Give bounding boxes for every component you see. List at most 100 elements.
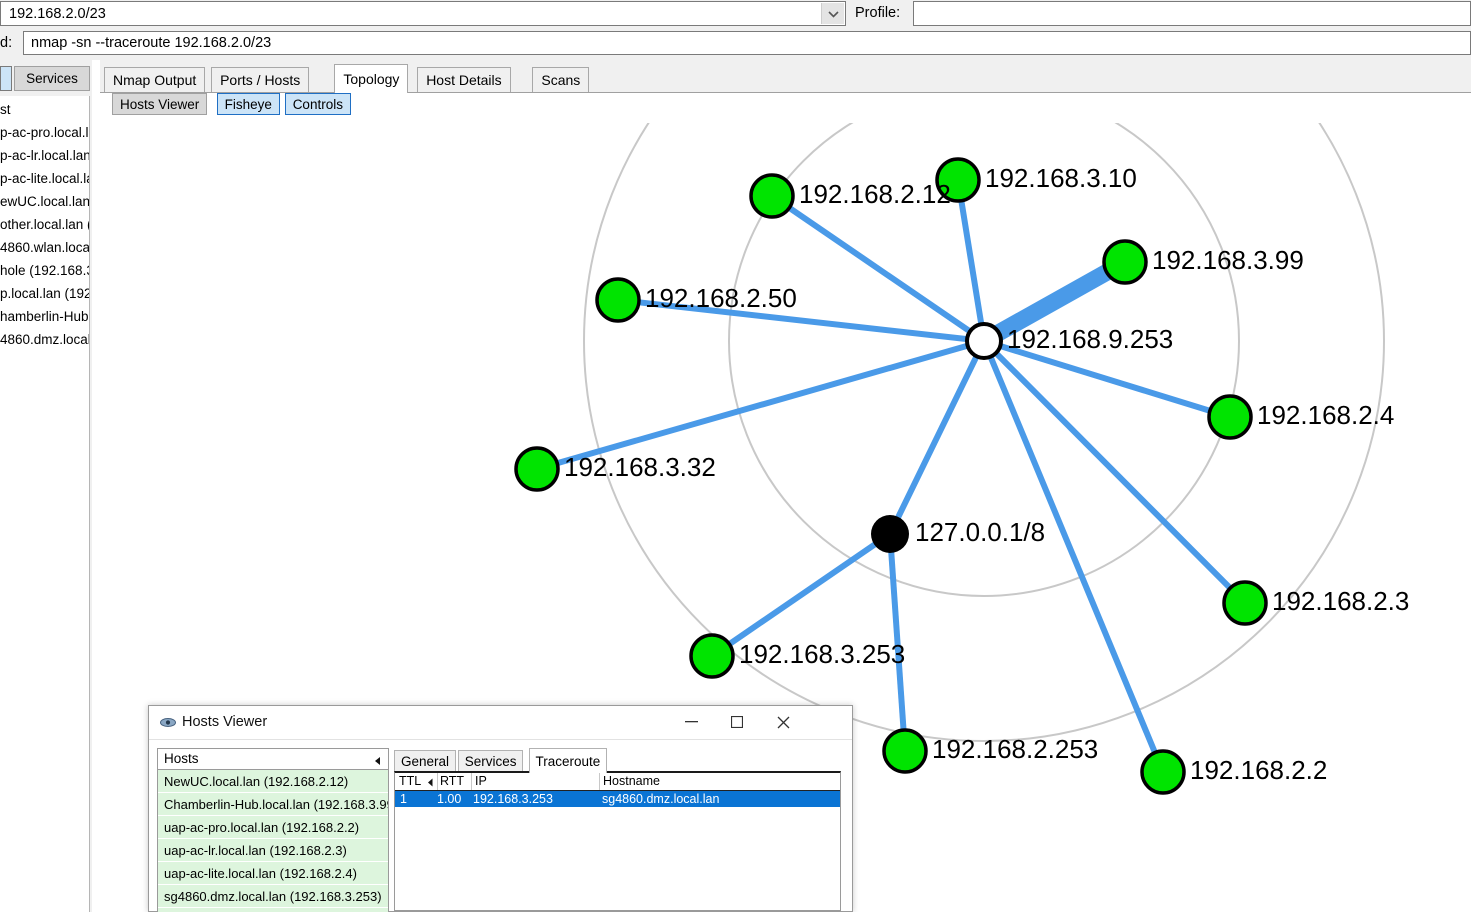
- detail-tab-traceroute[interactable]: Traceroute: [528, 748, 608, 773]
- cell-ttl: 1: [400, 792, 407, 806]
- host-list-item[interactable]: sg4860.dmz.local.lan (192.168.3.253): [158, 885, 388, 908]
- detail-tab-label: General: [401, 754, 450, 769]
- target-value: 192.168.2.0/23: [9, 6, 106, 22]
- topology-node[interactable]: [689, 633, 735, 679]
- button-label: Controls: [292, 96, 343, 112]
- hosts-viewer-title: Hosts Viewer: [182, 714, 268, 730]
- topology-edge: [955, 179, 987, 342]
- button-label: Hosts Viewer: [120, 96, 200, 112]
- list-item[interactable]: hamberlin-Hub.lc: [0, 305, 89, 328]
- list-item[interactable]: other.local.lan (19: [0, 213, 89, 236]
- node-label: 192.168.3.253: [739, 639, 906, 669]
- traceroute-header-row: TTL RTT IP Hostname: [395, 773, 840, 791]
- list-item[interactable]: p.local.lan (192.1: [0, 282, 89, 305]
- topology-node[interactable]: [965, 322, 1003, 360]
- host-service-list[interactable]: st p-ac-pro.local.la p-ac-lr.local.lan (p-…: [0, 96, 90, 912]
- tab-scans[interactable]: Scans: [532, 67, 590, 92]
- minimize-button[interactable]: [668, 706, 714, 738]
- hosts-viewer-body: Hosts NewUC.local.lan (192.168.2.12) Cham…: [149, 739, 852, 912]
- hosts-viewer-dialog: Hosts Viewer Hosts NewUC.local.lan (192.…: [148, 705, 853, 912]
- node-label: 192.168.3.10: [985, 163, 1137, 193]
- hosts-list-panel: Hosts NewUC.local.lan (192.168.2.12) Cham…: [157, 748, 389, 912]
- left-panel: Services st p-ac-pro.local.la p-ac-lr.loca…: [0, 60, 92, 912]
- topology-node[interactable]: [871, 515, 909, 553]
- command-value: nmap -sn --traceroute 192.168.2.0/23: [31, 35, 272, 51]
- tab-label: Topology: [343, 71, 400, 87]
- topology-node[interactable]: [1222, 580, 1268, 626]
- nmap-zenmap-window: 192.168.2.0/23 Profile: d: nmap -sn --tr…: [0, 0, 1471, 912]
- button-hosts-viewer[interactable]: Hosts Viewer: [112, 93, 208, 115]
- node-label: 192.168.2.3: [1272, 586, 1410, 616]
- list-item[interactable]: ewUC.local.lan (1: [0, 190, 89, 213]
- command-input[interactable]: nmap -sn --traceroute 192.168.2.0/23: [23, 31, 1471, 55]
- topology-edge: [536, 338, 985, 472]
- target-combobox[interactable]: 192.168.2.0/23: [0, 1, 846, 26]
- detail-tab-services[interactable]: Services: [457, 750, 524, 772]
- detail-tab-label: Services: [464, 754, 517, 769]
- topology-node[interactable]: [1207, 394, 1253, 440]
- tab-label: Scans: [541, 72, 581, 88]
- topology-toolbar: Hosts Viewer Fisheye Controls: [100, 93, 1471, 123]
- tab-nmap-output[interactable]: Nmap Output: [104, 67, 206, 92]
- detail-tab-general[interactable]: General: [394, 750, 457, 772]
- profile-combobox[interactable]: [913, 1, 1471, 26]
- node-label: 192.168.2.4: [1257, 400, 1395, 430]
- hosts-header-label: Hosts: [164, 751, 199, 766]
- topology-node[interactable]: [749, 173, 795, 219]
- traceroute-table[interactable]: TTL RTT IP Hostname 1 1.00 192.168.3.253…: [394, 771, 841, 911]
- main-tab-strip: Nmap Output Ports / Hosts Topology Host Det…: [100, 60, 1471, 93]
- button-controls[interactable]: Controls: [284, 93, 351, 115]
- node-label: 192.168.2.50: [645, 283, 797, 313]
- node-label: 192.168.3.32: [564, 452, 716, 482]
- topology-node[interactable]: [882, 728, 928, 774]
- button-label: Fisheye: [224, 96, 272, 112]
- tab-label: Nmap Output: [113, 72, 197, 88]
- chevron-down-icon[interactable]: [821, 3, 844, 24]
- node-label: 127.0.0.1/8: [915, 517, 1046, 547]
- topology-node[interactable]: [1140, 749, 1186, 795]
- col-ttl[interactable]: TTL: [399, 774, 421, 788]
- topology-edge: [981, 339, 1166, 774]
- host-list-item[interactable]: pi-hole (192.168.3.10): [158, 908, 388, 912]
- list-item[interactable]: hole (192.168.3.1: [0, 259, 89, 282]
- list-item[interactable]: p-ac-lr.local.lan (: [0, 144, 89, 167]
- host-list-item[interactable]: uap-ac-pro.local.lan (192.168.2.2): [158, 816, 388, 839]
- col-ip[interactable]: IP: [475, 774, 487, 788]
- tab-host-details[interactable]: Host Details: [417, 67, 511, 92]
- host-list-item[interactable]: uap-ac-lite.local.lan (192.168.2.4): [158, 862, 388, 885]
- list-item[interactable]: 4860.wlan.local.la: [0, 236, 89, 259]
- col-rtt[interactable]: RTT: [440, 774, 464, 788]
- close-button[interactable]: [760, 706, 806, 738]
- host-detail-tabs: General Services Traceroute: [394, 748, 846, 773]
- host-list-item[interactable]: uap-ac-lr.local.lan (192.168.2.3): [158, 839, 388, 862]
- sort-indicator-icon: [427, 776, 434, 790]
- list-item[interactable]: p-ac-pro.local.la: [0, 121, 89, 144]
- collapse-left-icon[interactable]: [374, 753, 382, 771]
- hosts-list-header[interactable]: Hosts: [158, 749, 388, 770]
- button-fisheye[interactable]: Fisheye: [216, 93, 280, 115]
- maximize-button[interactable]: [714, 706, 760, 738]
- topology-node[interactable]: [1102, 239, 1148, 285]
- tab-ports-hosts[interactable]: Ports / Hosts: [211, 67, 310, 92]
- list-item[interactable]: 4860.dmz.local.la: [0, 328, 89, 351]
- hosts-viewer-titlebar[interactable]: Hosts Viewer: [149, 706, 852, 740]
- command-label: d:: [0, 35, 13, 51]
- topology-edge: [710, 531, 892, 659]
- col-hostname[interactable]: Hostname: [603, 774, 660, 788]
- command-bar: d: nmap -sn --traceroute 192.168.2.0/23: [0, 28, 1471, 60]
- topology-node[interactable]: [595, 277, 641, 323]
- topology-node[interactable]: [514, 446, 560, 492]
- list-header: st: [0, 102, 11, 117]
- tab-topology[interactable]: Topology: [334, 64, 409, 93]
- eye-icon: [160, 716, 176, 729]
- host-list-item[interactable]: NewUC.local.lan (192.168.2.12): [158, 770, 388, 793]
- tab-services[interactable]: Services: [14, 66, 90, 91]
- node-label: 192.168.2.2: [1190, 755, 1328, 785]
- tab-hosts[interactable]: [0, 66, 12, 91]
- list-item[interactable]: p-ac-lite.local.lan: [0, 167, 89, 190]
- tab-label: Ports / Hosts: [220, 72, 301, 88]
- host-list-item[interactable]: Chamberlin-Hub.local.lan (192.168.3.99): [158, 793, 388, 816]
- traceroute-row[interactable]: 1 1.00 192.168.3.253 sg4860.dmz.local.la…: [395, 791, 840, 807]
- node-label: 192.168.2.253: [932, 734, 1099, 764]
- left-panel-tabs: Services: [0, 66, 92, 92]
